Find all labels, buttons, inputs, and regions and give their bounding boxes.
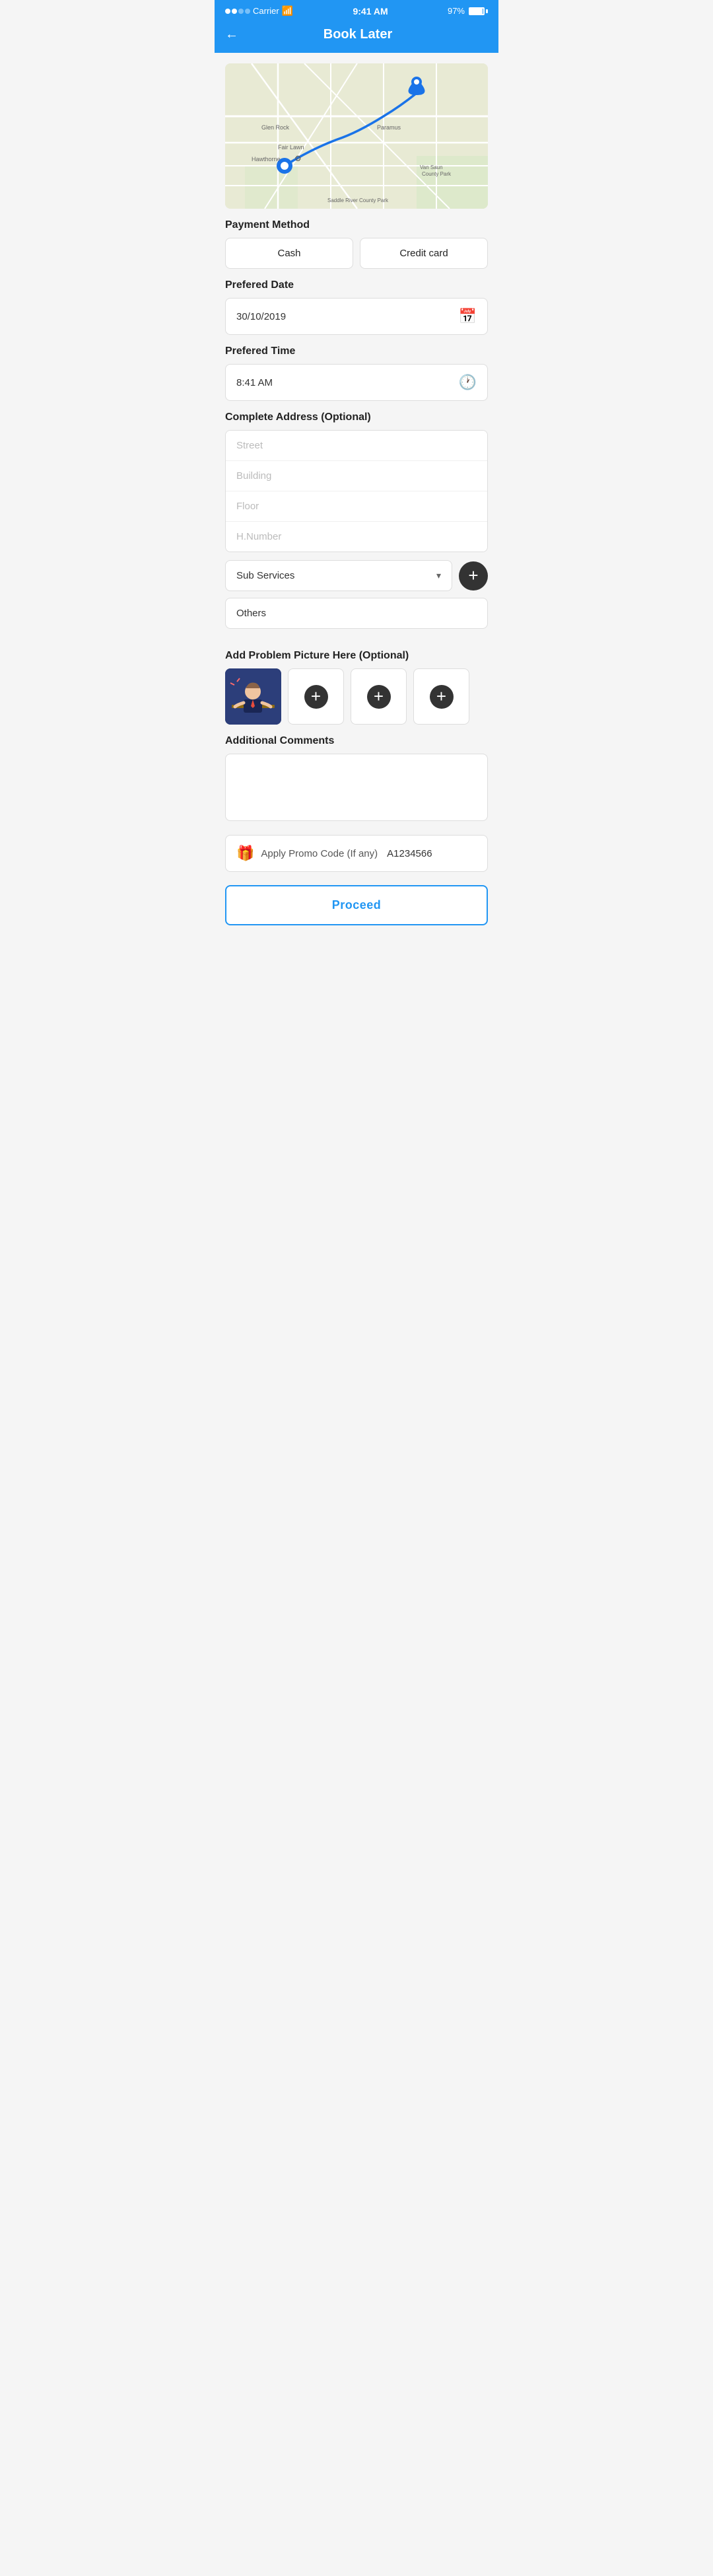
wifi-icon: 📶 [282, 5, 293, 17]
add-picture-label: Add Problem Picture Here (Optional) [225, 650, 488, 662]
battery-percent: 97% [448, 6, 465, 16]
promo-value: A1234566 [387, 848, 432, 859]
svg-text:County Park: County Park [422, 171, 452, 177]
svg-text:Hawthorne: Hawthorne [252, 156, 281, 162]
others-input[interactable] [225, 598, 488, 629]
preferred-time-value: 8:41 AM [236, 377, 459, 388]
preferred-date-label: Prefered Date [225, 279, 488, 291]
cash-button[interactable]: Cash [225, 238, 353, 269]
gift-icon: 🎁 [236, 845, 254, 862]
preferred-date-field[interactable]: 30/10/2019 📅 [225, 298, 488, 335]
battery-indicator [469, 7, 488, 15]
plus-icon-1: + [304, 685, 328, 709]
sub-services-dropdown[interactable]: Sub Services ▾ [225, 560, 452, 591]
add-picture-btn-1[interactable]: + [288, 668, 344, 725]
promo-label: Apply Promo Code (If any) [261, 848, 378, 859]
svg-text:Saddle River County Park: Saddle River County Park [327, 197, 389, 203]
preferred-date-value: 30/10/2019 [236, 311, 459, 322]
status-time: 9:41 AM [353, 6, 388, 17]
main-content: Payment Method Cash Credit card Prefered… [215, 219, 498, 941]
picture-thumbnail[interactable] [225, 668, 281, 725]
credit-card-button[interactable]: Credit card [360, 238, 488, 269]
proceed-button[interactable]: Proceed [225, 885, 488, 925]
back-button[interactable]: ← [225, 27, 238, 42]
sub-services-add-button[interactable]: + [459, 561, 488, 590]
hnumber-input[interactable] [226, 522, 487, 552]
status-right: 97% [448, 6, 488, 16]
building-input[interactable] [226, 461, 487, 491]
payment-method-label: Payment Method [225, 219, 488, 231]
floor-input[interactable] [226, 491, 487, 522]
signal-strength [225, 9, 250, 14]
header: ← Book Later [215, 19, 498, 53]
svg-text:Paramus: Paramus [377, 124, 401, 131]
add-picture-btn-2[interactable]: + [351, 668, 407, 725]
plus-icon-3: + [430, 685, 454, 709]
carrier-label: Carrier [253, 6, 279, 16]
address-box [225, 430, 488, 552]
svg-text:Fair Lawn: Fair Lawn [278, 144, 304, 151]
payment-buttons-group: Cash Credit card [225, 238, 488, 269]
status-bar: Carrier 📶 9:41 AM 97% [215, 0, 498, 19]
sub-services-label: Sub Services [236, 570, 294, 581]
svg-text:Glen Rock: Glen Rock [261, 124, 290, 131]
map-svg: ⚙ Glen Rock Fair Lawn Paramus Hawthorne … [225, 63, 488, 209]
additional-comments-input[interactable] [225, 754, 488, 821]
status-left: Carrier 📶 [225, 5, 293, 17]
street-input[interactable] [226, 431, 487, 461]
calendar-icon: 📅 [459, 308, 477, 325]
preferred-time-field[interactable]: 8:41 AM 🕐 [225, 364, 488, 401]
preferred-time-label: Prefered Time [225, 345, 488, 357]
clock-icon: 🕐 [459, 374, 477, 391]
plus-icon-2: + [367, 685, 391, 709]
picture-row: + + + [225, 668, 488, 725]
additional-comments-label: Additional Comments [225, 735, 488, 747]
map-container: ⚙ Glen Rock Fair Lawn Paramus Hawthorne … [225, 63, 488, 209]
svg-text:Van Saun: Van Saun [420, 164, 443, 170]
chevron-down-icon: ▾ [436, 570, 441, 581]
promo-code-row[interactable]: 🎁 Apply Promo Code (If any) A1234566 [225, 835, 488, 872]
address-label: Complete Address (Optional) [225, 411, 488, 423]
add-picture-btn-3[interactable]: + [413, 668, 469, 725]
sub-services-row: Sub Services ▾ + [225, 560, 488, 591]
map-background: ⚙ Glen Rock Fair Lawn Paramus Hawthorne … [225, 63, 488, 209]
page-title: Book Later [246, 27, 469, 42]
svg-text:⚙: ⚙ [294, 154, 302, 163]
